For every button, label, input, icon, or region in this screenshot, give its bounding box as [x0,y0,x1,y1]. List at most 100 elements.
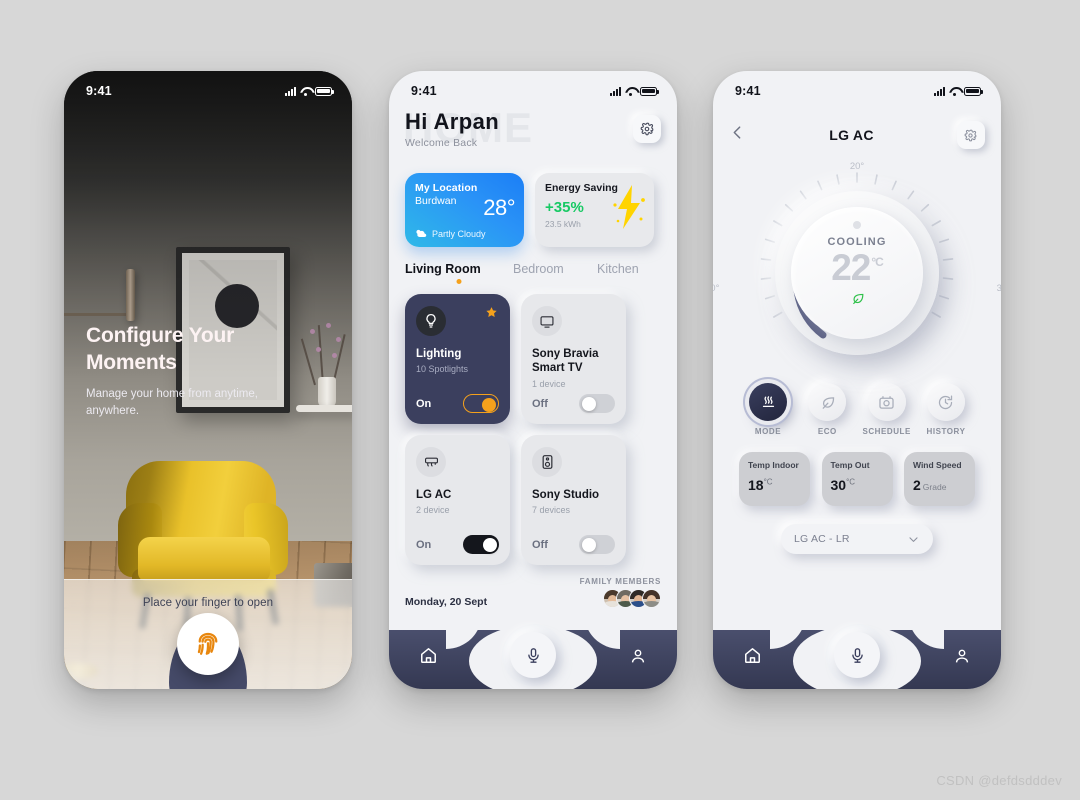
room-tab-living-room[interactable]: Living Room [405,262,513,276]
stat-value: 2 [913,477,921,493]
mode-buttons: MODE ECO SCHEDULE HISTORY [741,383,973,436]
fingerprint-button[interactable] [177,613,239,675]
temperature-dial[interactable]: 20° 10° 30° [713,161,1001,367]
device-card-lighting[interactable]: Lighting 10 Spotlights On [405,294,510,424]
fingerprint-icon [197,632,218,655]
device-icon-wrap [532,306,562,336]
heat-waves-icon [762,395,774,407]
device-selector-wrap: LG AC - LR [729,524,985,554]
nav-mic-button[interactable] [510,632,556,678]
nav-profile-button[interactable] [629,647,647,670]
mode-button-circle[interactable] [808,383,847,421]
dial-temperature-unit: °C [871,255,884,270]
device-footer: On [416,535,499,554]
family-members[interactable]: FAMILY MEMBERS [580,577,661,608]
nav-profile-button[interactable] [953,647,971,670]
avatar[interactable] [642,589,661,608]
device-count: 2 device [416,505,450,516]
signal-icon [934,86,945,96]
timer-camera-icon [879,395,894,409]
stat-value-row: 18°C [748,477,801,493]
room-tab-kitchen[interactable]: Kitchen [597,262,639,276]
device-toggle[interactable] [579,394,615,413]
phone-onboarding: 9:41 Configure Your Moments Manage your … [64,71,352,689]
wifi-icon [300,87,311,96]
device-grid: Lighting 10 Spotlights On Sony Bravia Sm… [405,294,661,565]
weather-condition: Partly Cloudy [432,228,486,239]
device-icon-wrap [532,447,562,477]
weather-card[interactable]: My Location Burdwan 28° Partly Cloudy [405,173,524,247]
chevron-left-icon [733,126,741,139]
status-icons [610,86,659,96]
back-button[interactable] [729,124,746,146]
device-toggle[interactable] [463,535,499,554]
avatar-stack [580,589,661,608]
home-content: HOME Hi Arpan Welcome Back My Location B… [389,104,677,689]
device-toggle[interactable] [463,394,499,413]
device-footer: Off [532,535,615,554]
status-bar: 9:41 [64,71,352,105]
device-card-sony-studio[interactable]: Sony Studio 7 devices Off [521,435,626,565]
mode-button-history[interactable]: HISTORY [919,383,973,436]
device-card-sony-bravia[interactable]: Sony Bravia Smart TV 1 device Off [521,294,626,424]
mode-button-circle[interactable] [926,383,965,421]
device-icon-wrap [416,447,446,477]
mode-button-eco[interactable]: ECO [800,383,854,436]
nav-home-button[interactable] [419,646,438,670]
current-date: Monday, 20 Sept [405,596,488,608]
mode-button-schedule[interactable]: SCHEDULE [860,383,914,436]
device-count: 7 devices [532,505,571,516]
tv-icon [540,315,554,328]
wifi-icon [949,87,960,96]
phone-home-dashboard: 9:41 HOME Hi Arpan Welcome Back My Locat… [389,71,677,689]
dial-temperature: 22°C [831,246,884,288]
mode-button-mode[interactable]: MODE [741,383,795,436]
lightbulb-icon [426,314,436,328]
dial-body[interactable]: COOLING 22°C [775,191,939,355]
ac-header: LG AC [729,113,985,157]
stat-value-row: 2 Grade [913,477,966,493]
stat-card-temp-indoor: Temp Indoor 18°C [739,452,810,506]
device-name: Sony Bravia Smart TV [532,348,599,375]
room-tab-bedroom[interactable]: Bedroom [513,262,597,276]
mode-button-circle[interactable] [867,383,906,421]
watermark-credit: CSDN @defdsdddev [936,773,1062,788]
device-name: LG AC [416,489,452,501]
stat-unit: °C [763,477,773,487]
bottom-nav [713,613,1001,689]
bottom-nav [389,613,677,689]
settings-button[interactable] [633,115,661,143]
mode-button-circle[interactable] [749,383,787,421]
settings-button[interactable] [956,121,985,149]
meta-row: Monday, 20 Sept FAMILY MEMBERS [405,577,661,608]
status-icons [934,86,983,96]
weather-condition-row: Partly Cloudy [415,228,486,239]
device-name: Lighting [416,348,462,360]
mode-button-label: MODE [754,427,782,436]
energy-card[interactable]: Energy Saving +35% 23.5 kWh [535,173,654,247]
status-time: 9:41 [411,84,437,98]
device-state: On [416,538,432,551]
dial-temperature-value: 22 [831,246,871,288]
greeting-block: Hi Arpan Welcome Back [405,109,499,149]
device-toggle[interactable] [579,535,615,554]
device-footer: Off [532,394,615,413]
stat-cards: Temp Indoor 18°C Temp Out 30°C Wind Spee… [739,452,975,506]
ac-content: LG AC 20° 10° 30° [713,105,1001,689]
device-selector[interactable]: LG AC - LR [781,524,933,554]
device-selector-value: LG AC - LR [794,533,850,545]
status-time: 9:41 [86,84,112,98]
device-count: 10 Spotlights [416,364,469,375]
nav-home-button[interactable] [743,646,762,670]
dial-label-max: 30° [996,283,1001,294]
signal-icon [285,86,296,96]
stat-key: Wind Speed [913,460,962,470]
favorite-star-icon[interactable] [485,306,498,324]
onboarding-subtitle: Manage your home from anytime, anywhere. [86,387,258,417]
onboarding-copy: Configure Your Moments Manage your home … [86,323,312,420]
device-card-lg-ac[interactable]: LG AC 2 device On [405,435,510,565]
nav-mic-button[interactable] [834,632,880,678]
home-header: HOME Hi Arpan Welcome Back [403,104,661,163]
stat-card-wind-speed: Wind Speed 2 Grade [904,452,975,506]
stat-card-temp-out: Temp Out 30°C [821,452,893,506]
